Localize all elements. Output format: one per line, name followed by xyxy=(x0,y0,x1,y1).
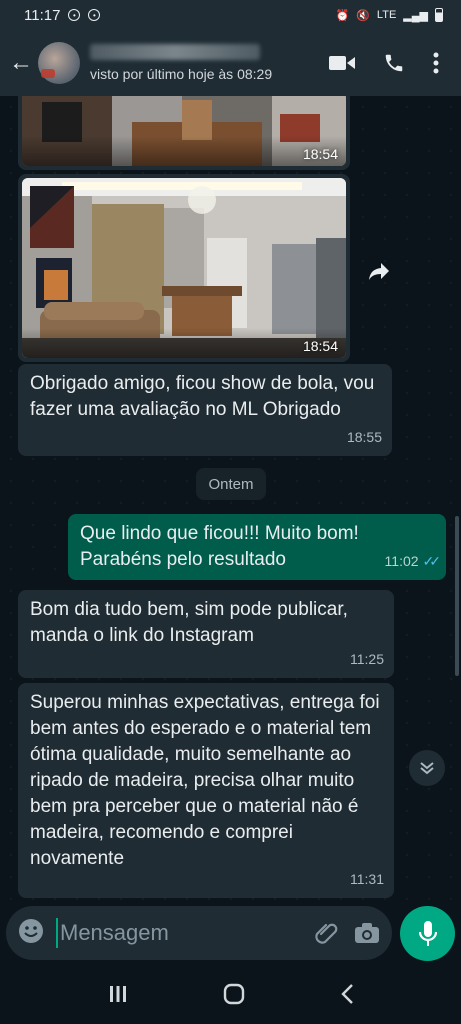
microphone-icon xyxy=(418,920,437,946)
system-navigation-bar xyxy=(0,968,461,1024)
message-photo[interactable]: 18:54 xyxy=(22,96,346,166)
app-notification-icon: • xyxy=(88,9,101,21)
contact-info[interactable]: visto por último hoje às 08:29 xyxy=(90,44,329,82)
image-message[interactable]: 18:54 xyxy=(18,174,350,362)
incoming-message[interactable]: Obrigado amigo, ficou show de bola, vou … xyxy=(18,364,392,456)
voice-call-icon[interactable] xyxy=(383,52,405,74)
read-receipt-icon: ✓✓ xyxy=(422,553,442,569)
contact-name-redacted xyxy=(90,44,260,60)
message-text: Bom dia tudo bem, sim pode publicar, man… xyxy=(30,599,348,646)
message-time: 18:54 xyxy=(302,338,338,354)
battery-icon xyxy=(435,8,443,22)
emoji-icon[interactable] xyxy=(18,918,44,949)
alarm-icon: ⏰ xyxy=(335,9,350,22)
signal-icon: ▂▄▆ xyxy=(403,9,428,22)
forward-icon[interactable] xyxy=(360,252,398,290)
scrollbar[interactable] xyxy=(455,516,459,676)
message-photo[interactable]: 18:54 xyxy=(22,178,346,358)
message-text: Que lindo que ficou!!! Muito bom! Parabé… xyxy=(80,523,359,570)
message-time: 11:02 xyxy=(384,553,419,569)
status-time: 11:17 xyxy=(24,6,61,24)
message-time-wrapper: 11:02 ✓✓ xyxy=(384,548,442,574)
mute-icon: 🔇 xyxy=(356,9,370,22)
chat-header: ← visto por último hoje às 08:29 xyxy=(0,30,461,96)
message-input[interactable]: Mensagem xyxy=(56,918,300,948)
back-icon[interactable] xyxy=(340,983,354,1010)
status-bar: 11:17 • • ⏰ 🔇 LTE ▂▄▆ xyxy=(0,0,461,30)
message-composer: Mensagem xyxy=(6,906,392,960)
outgoing-message[interactable]: Que lindo que ficou!!! Muito bom! Parabé… xyxy=(68,514,446,580)
voice-message-button[interactable] xyxy=(400,906,455,961)
video-call-icon[interactable] xyxy=(329,54,355,72)
incoming-message[interactable]: Bom dia tudo bem, sim pode publicar, man… xyxy=(18,590,394,678)
camera-icon[interactable] xyxy=(354,922,380,944)
message-time: 11:25 xyxy=(350,651,384,667)
incoming-message[interactable]: Superou minhas expectativas, entrega foi… xyxy=(18,683,394,898)
back-arrow-icon[interactable]: ← xyxy=(4,49,38,77)
contact-avatar[interactable] xyxy=(38,42,80,84)
chat-area[interactable]: 18:54 18:54 Obrigado amigo, ficou show d… xyxy=(0,96,461,902)
recent-apps-icon[interactable] xyxy=(108,984,128,1009)
network-label: LTE xyxy=(376,9,397,21)
message-time: 11:31 xyxy=(350,871,384,887)
message-text: Superou minhas expectativas, entrega foi… xyxy=(30,692,380,869)
message-time: 18:54 xyxy=(302,146,338,162)
attach-icon[interactable] xyxy=(314,920,340,946)
double-chevron-down-icon xyxy=(420,762,434,775)
message-text: Obrigado amigo, ficou show de bola, vou … xyxy=(30,373,375,420)
home-icon[interactable] xyxy=(223,983,245,1010)
last-seen-status: visto por último hoje às 08:29 xyxy=(90,66,273,82)
date-separator: Ontem xyxy=(196,468,266,500)
more-options-icon[interactable] xyxy=(433,52,439,74)
image-message[interactable]: 18:54 xyxy=(18,96,350,170)
scroll-to-bottom-button[interactable] xyxy=(409,750,445,786)
notification-icon: • xyxy=(68,9,81,21)
message-time: 18:55 xyxy=(346,429,382,445)
